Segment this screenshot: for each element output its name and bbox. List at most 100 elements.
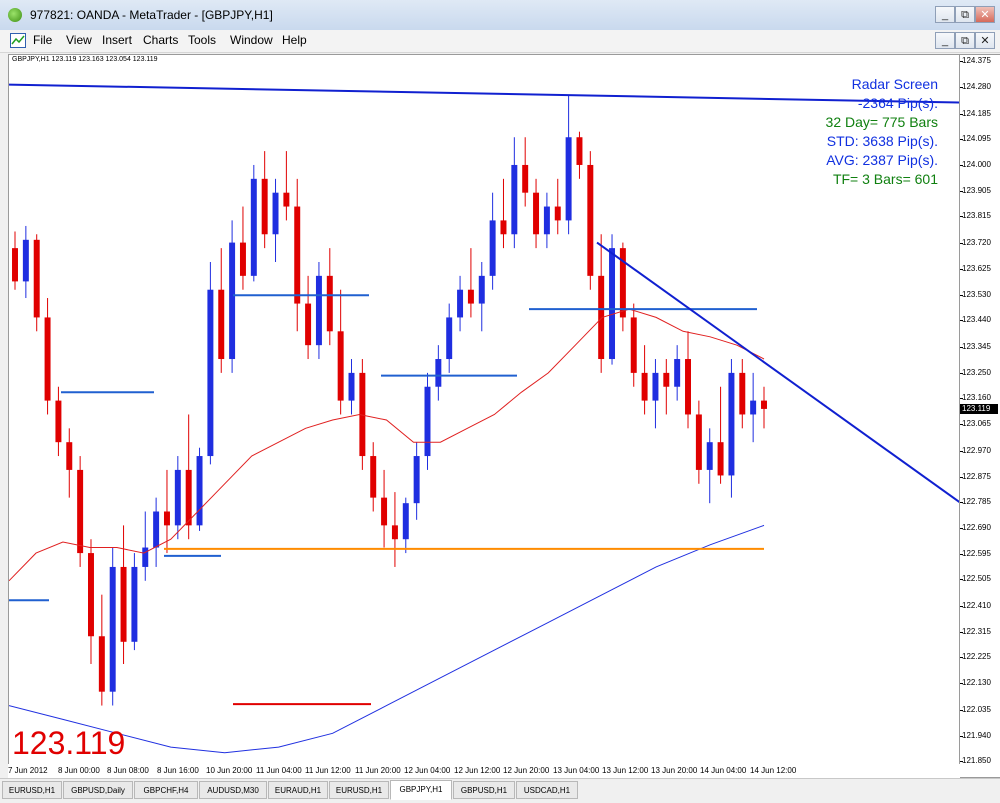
- menu-view[interactable]: View: [66, 33, 92, 47]
- time-label: 12 Jun 04:00: [404, 766, 451, 775]
- chart-tab[interactable]: AUDUSD,M30: [199, 781, 267, 799]
- price-axis[interactable]: 124.375 124.280 124.185 124.095 124.000 123.9…: [960, 54, 1000, 778]
- price-chart[interactable]: [8, 54, 960, 778]
- price-label: 122.225: [962, 652, 991, 662]
- candle-body: [44, 317, 51, 401]
- price-label: 122.130: [962, 678, 991, 688]
- chart-tab[interactable]: USDCAD,H1: [516, 781, 578, 799]
- price-label: 122.505: [962, 574, 991, 584]
- candle-body: [185, 469, 192, 526]
- price-label: 123.625: [962, 263, 991, 273]
- price-label: 123.440: [962, 315, 991, 325]
- radar-bars: 32 Day= 775 Bars: [825, 114, 938, 130]
- menu-file[interactable]: File: [33, 33, 52, 47]
- candle-body: [370, 456, 377, 498]
- menu-help[interactable]: Help: [282, 33, 307, 47]
- candle-body: [489, 220, 496, 276]
- candle-body: [22, 239, 29, 282]
- candle-body: [142, 547, 149, 567]
- candle-body: [163, 511, 170, 526]
- candle-body: [739, 372, 746, 415]
- candle-body: [229, 242, 236, 360]
- price-label: 122.410: [962, 600, 991, 610]
- upper-trendline: [9, 83, 959, 104]
- time-axis: 7 Jun 2012 8 Jun 00:00 8 Jun 08:00 8 Jun 16…: [8, 764, 960, 778]
- menu-tools[interactable]: Tools: [188, 33, 216, 47]
- price-label: 124.185: [962, 108, 991, 118]
- price-label: 121.850: [962, 756, 991, 765]
- candle-body: [467, 289, 474, 304]
- inner-close-button[interactable]: ✕: [975, 32, 995, 49]
- candle-body: [685, 359, 691, 415]
- candle-body: [77, 469, 84, 554]
- big-current-price: 123.119: [12, 725, 126, 761]
- price-label: 124.000: [962, 159, 991, 169]
- time-label: 13 Jun 12:00: [602, 766, 649, 775]
- candle-body: [196, 456, 203, 526]
- candle-body: [511, 164, 518, 235]
- minimize-button[interactable]: _: [935, 6, 955, 23]
- candle-body: [218, 289, 225, 360]
- candle-body: [305, 303, 312, 346]
- chart-info-line: GBPJPY,H1 123.119 123.163 123.054 123.11…: [12, 56, 158, 63]
- chart-tabs: EURUSD,H1 GBPUSD,Daily GBPCHF,H4 AUDUSD,M30…: [0, 778, 1000, 803]
- time-label: 13 Jun 20:00: [651, 766, 698, 775]
- candle-body: [478, 275, 485, 304]
- time-label: 12 Jun 12:00: [454, 766, 501, 775]
- chart-tab[interactable]: GBPCHF,H4: [134, 781, 198, 799]
- current-price-marker: 123.119: [960, 404, 998, 415]
- candle-body: [663, 372, 670, 387]
- price-label: 123.065: [962, 419, 991, 429]
- candle-body: [674, 359, 681, 387]
- candle-body: [717, 442, 724, 476]
- price-label: 122.035: [962, 704, 991, 714]
- price-label: 123.815: [962, 211, 991, 221]
- candle-body: [728, 372, 735, 476]
- title-bar: 977821: OANDA - MetaTrader - [GBPJPY,H1]…: [0, 0, 1000, 31]
- chart-tab[interactable]: EURUSD,H1: [329, 781, 389, 799]
- inner-minimize-button[interactable]: _: [935, 32, 955, 49]
- inner-restore-button[interactable]: ⧉: [955, 32, 975, 49]
- candlestick-chart: [9, 83, 959, 754]
- chart-tab[interactable]: EURAUD,H1: [268, 781, 328, 799]
- candle-body: [761, 400, 767, 409]
- candle-body: [109, 566, 116, 692]
- close-button[interactable]: ✕: [975, 6, 995, 23]
- candle-body: [174, 469, 181, 526]
- candle-body: [457, 289, 464, 318]
- price-label: 121.940: [962, 731, 991, 741]
- candle-body: [294, 206, 301, 304]
- time-label: 13 Jun 04:00: [553, 766, 600, 775]
- time-label: 14 Jun 12:00: [750, 766, 797, 775]
- radar-std: STD: 3638 Pip(s).: [826, 133, 938, 149]
- candle-body: [543, 206, 550, 235]
- price-label: 122.875: [962, 471, 991, 481]
- menu-insert[interactable]: Insert: [102, 33, 132, 47]
- chart-tab[interactable]: GBPUSD,Daily: [63, 781, 133, 799]
- candle-body: [435, 359, 442, 387]
- chart-tab[interactable]: GBPUSD,H1: [453, 781, 515, 799]
- price-label: 122.785: [962, 496, 991, 506]
- maximize-button[interactable]: ⧉: [955, 6, 975, 23]
- time-label: 12 Jun 20:00: [503, 766, 550, 775]
- price-label: 123.905: [962, 186, 991, 196]
- time-label: 7 Jun 2012: [8, 766, 48, 775]
- chart-tab[interactable]: GBPJPY,H1: [390, 780, 452, 800]
- candle-body: [554, 206, 561, 221]
- menu-charts[interactable]: Charts: [143, 33, 178, 47]
- candle-body: [381, 497, 388, 526]
- radar-avg: AVG: 2387 Pip(s).: [826, 152, 938, 168]
- radar-title: Radar Screen: [851, 76, 938, 92]
- time-label: 8 Jun 16:00: [157, 766, 199, 775]
- candle-body: [12, 248, 18, 282]
- candle-body: [337, 331, 344, 401]
- menu-window[interactable]: Window: [230, 33, 273, 47]
- candle-body: [446, 317, 453, 360]
- chart-tab[interactable]: EURUSD,H1: [2, 781, 62, 799]
- time-label: 14 Jun 04:00: [700, 766, 747, 775]
- candle-body: [641, 372, 648, 401]
- candle-body: [348, 372, 355, 401]
- price-label: 123.720: [962, 237, 991, 247]
- candle-body: [609, 248, 616, 360]
- candle-body: [153, 511, 160, 548]
